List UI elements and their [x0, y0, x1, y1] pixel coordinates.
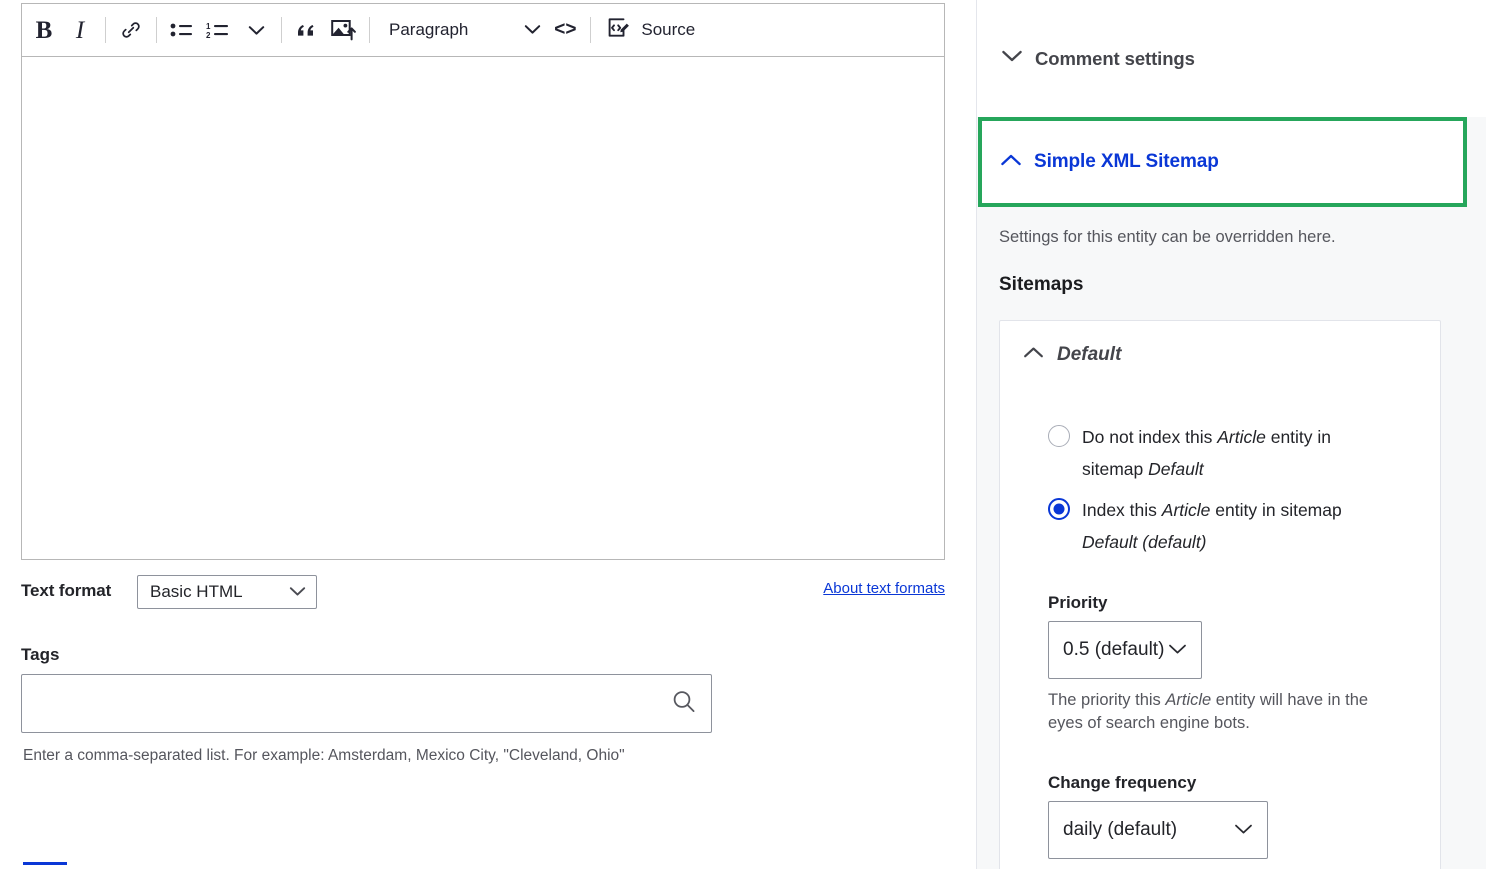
priority-value: 0.5 (default) — [1063, 639, 1165, 660]
italic-button[interactable]: I — [62, 11, 98, 49]
sitemap-index-radio-group: Do not index this Article entity in site… — [1048, 421, 1398, 567]
text-format-row: Text format Basic HTML About text format… — [21, 575, 945, 609]
svg-text:2: 2 — [206, 31, 211, 39]
paragraph-style-dropdown[interactable]: Paragraph — [377, 11, 547, 49]
sitemap-description: Settings for this entity can be overridd… — [999, 228, 1336, 246]
priority-label: Priority — [1048, 593, 1108, 612]
comment-settings-section: Comment settings — [977, 0, 1486, 117]
change-frequency-label: Change frequency — [1048, 773, 1197, 792]
page-bottom-partial-element[interactable] — [23, 862, 67, 865]
source-button[interactable]: Source — [598, 11, 703, 49]
bold-button[interactable]: B — [26, 11, 62, 49]
chevron-down-icon — [1001, 49, 1023, 68]
change-frequency-field: Change frequency daily (default) — [1048, 773, 1268, 859]
paragraph-style-label: Paragraph — [389, 20, 469, 39]
toolbar-separator — [590, 17, 592, 43]
toolbar-separator — [281, 17, 282, 43]
radio-row[interactable]: Index this Article entity in sitemap Def… — [1048, 494, 1398, 558]
priority-field: Priority 0.5 (default) The priority this… — [1048, 593, 1388, 735]
chevron-down-icon — [1168, 639, 1187, 661]
tags-label: Tags — [21, 645, 60, 664]
sitemap-default-toggle[interactable]: Default — [1000, 321, 1440, 389]
source-editing-icon — [606, 16, 631, 45]
editor-content-area[interactable] — [21, 57, 945, 560]
search-icon — [671, 688, 697, 719]
change-frequency-value: daily (default) — [1063, 819, 1178, 840]
chevron-down-icon — [524, 20, 541, 40]
blockquote-icon[interactable] — [289, 11, 325, 49]
image-upload-icon[interactable] — [325, 11, 362, 49]
text-format-label: Text format — [21, 581, 112, 600]
comment-settings-title: Comment settings — [1035, 47, 1195, 69]
toolbar-separator — [105, 17, 106, 43]
list-options-chevron-down-icon[interactable] — [238, 11, 274, 49]
about-text-formats-link[interactable]: About text formats — [823, 580, 945, 597]
text-format-select[interactable]: Basic HTML — [137, 575, 317, 609]
simple-xml-sitemap-title: Simple XML Sitemap — [1034, 151, 1219, 172]
simple-xml-sitemap-toggle[interactable]: Simple XML Sitemap — [978, 117, 1467, 207]
numbered-list-icon[interactable]: 1 2 — [200, 11, 238, 49]
rich-text-editor: B I 1 2 Paragraph <> Source — [21, 3, 945, 560]
link-icon[interactable] — [113, 11, 149, 49]
change-frequency-select[interactable]: daily (default) — [1048, 801, 1268, 859]
priority-select[interactable]: 0.5 (default) — [1048, 621, 1203, 679]
sitemap-default-title: Default — [1057, 344, 1122, 365]
toolbar-separator — [369, 17, 370, 43]
node-edit-form: B I 1 2 Paragraph <> Source Text format … — [0, 0, 976, 869]
radio-index[interactable] — [1048, 498, 1070, 520]
chevron-up-icon — [1000, 153, 1022, 172]
editor-toolbar: B I 1 2 Paragraph <> Source — [21, 3, 945, 57]
tags-input[interactable] — [21, 674, 712, 733]
bulleted-list-icon[interactable] — [164, 11, 200, 49]
text-format-value: Basic HTML — [150, 582, 243, 601]
svg-text:1: 1 — [206, 22, 211, 31]
tags-description: Enter a comma-separated list. For exampl… — [23, 747, 625, 764]
toolbar-separator — [156, 17, 157, 43]
radio-row[interactable]: Do not index this Article entity in site… — [1048, 421, 1398, 485]
chevron-down-icon — [1234, 819, 1253, 841]
radio-do-not-index[interactable] — [1048, 425, 1070, 447]
page-root: B I 1 2 Paragraph <> Source Text format … — [0, 0, 1486, 869]
priority-description: The priority this Article entity will ha… — [1048, 691, 1369, 732]
sitemaps-label: Sitemaps — [999, 274, 1084, 295]
code-button[interactable]: <> — [547, 11, 583, 49]
radio-do-not-index-label[interactable]: Do not index this Article entity in site… — [1082, 421, 1382, 485]
radio-index-label[interactable]: Index this Article entity in sitemap Def… — [1082, 494, 1382, 558]
chevron-down-icon — [289, 582, 306, 602]
source-button-label: Source — [641, 20, 696, 39]
chevron-up-icon — [1023, 346, 1044, 364]
comment-settings-toggle[interactable]: Comment settings — [977, 0, 1486, 117]
